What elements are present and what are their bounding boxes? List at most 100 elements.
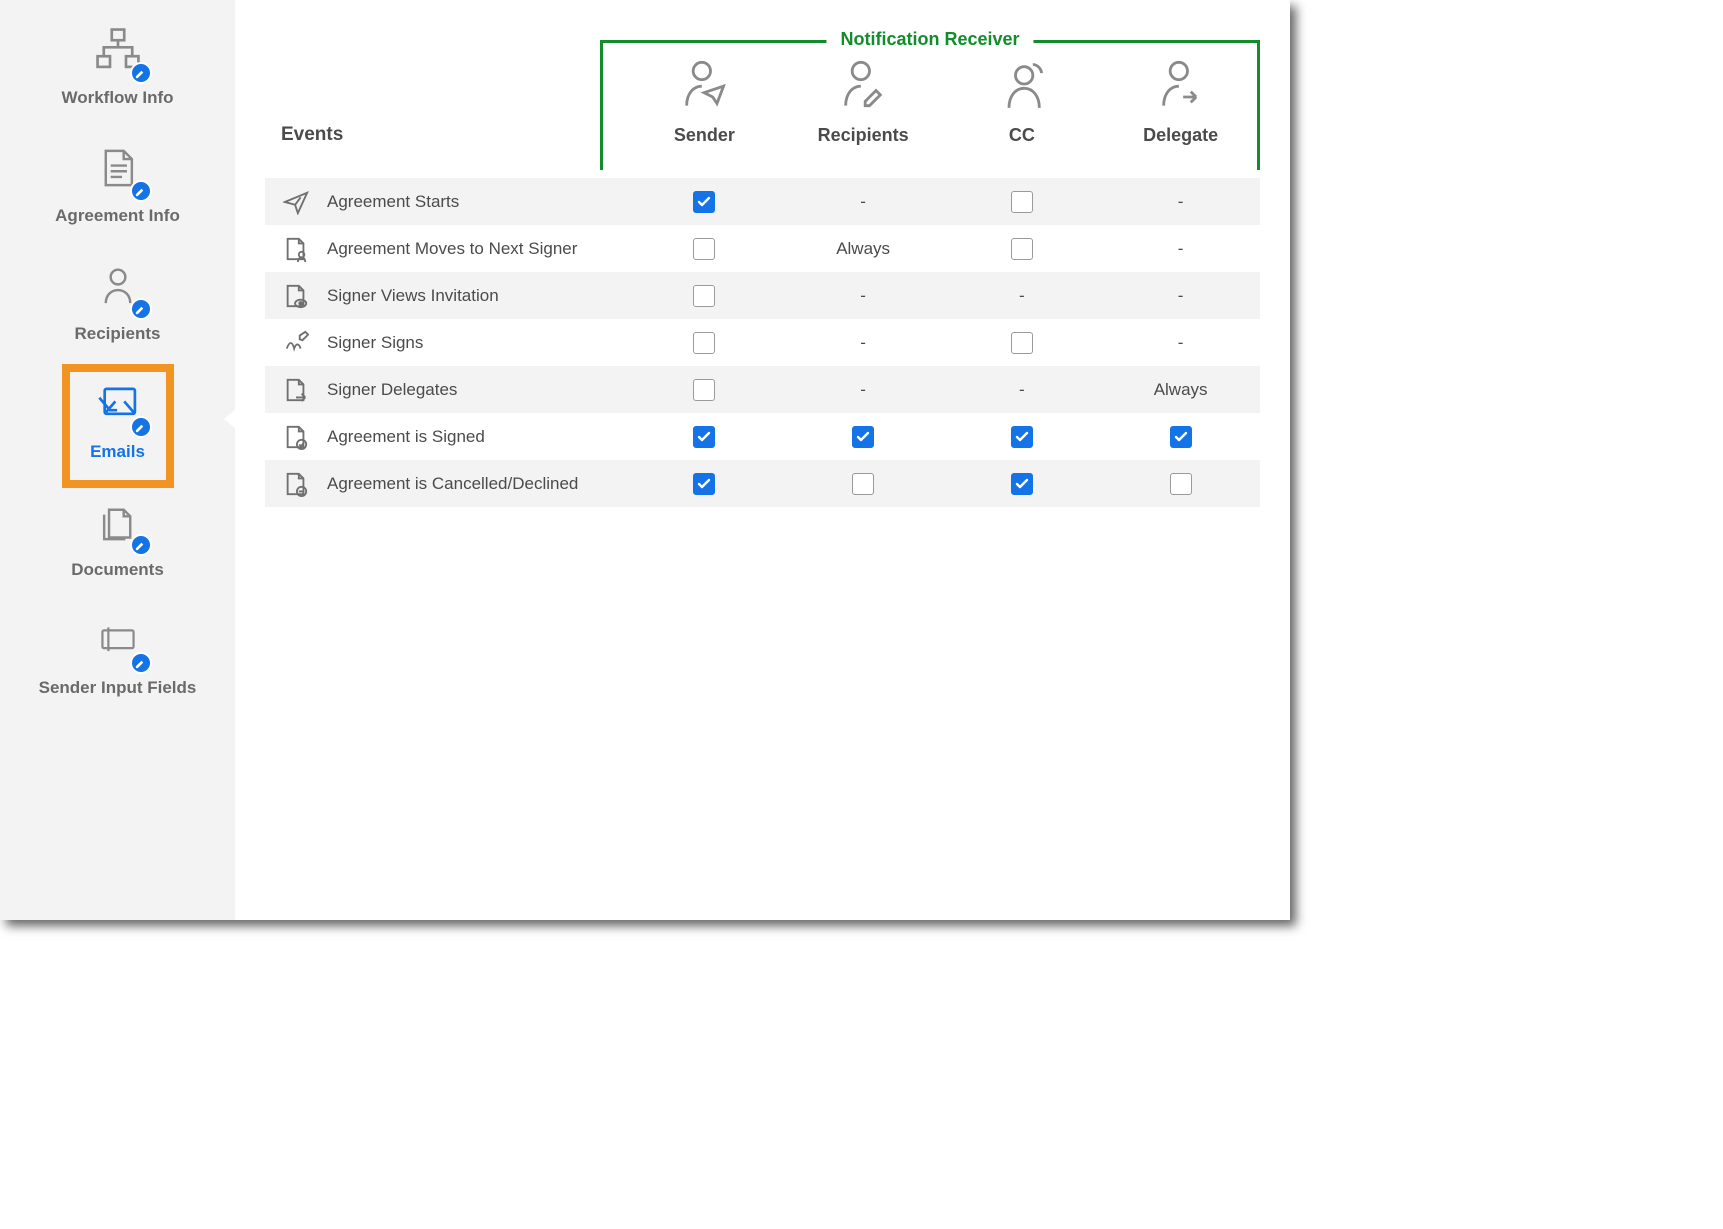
events-header: Events: [265, 124, 625, 146]
sidebar-item-workflow-info[interactable]: Workflow Info: [0, 20, 235, 108]
notification-receiver-label: Notification Receiver: [826, 29, 1033, 50]
doc-arrow-icon: [281, 375, 311, 405]
table-row: Agreement Moves to Next Signer Always -: [265, 225, 1260, 272]
event-cell: Agreement is Signed: [265, 422, 625, 452]
sidebar-item-label: Recipients: [75, 324, 161, 344]
doc-minus-icon: [281, 469, 311, 499]
checkbox[interactable]: [852, 473, 874, 495]
checkbox[interactable]: [693, 379, 715, 401]
sidebar-item-label: Sender Input Fields: [39, 678, 197, 698]
event-label: Agreement Starts: [327, 192, 459, 212]
emails-icon: [88, 374, 148, 434]
main-panel: Notification Receiver Events Sender Reci…: [235, 0, 1290, 920]
checkbox[interactable]: [852, 426, 874, 448]
cell: Always: [1101, 380, 1260, 400]
cell: [625, 332, 784, 354]
checkbox[interactable]: [1011, 332, 1033, 354]
sidebar-item-label: Emails: [90, 442, 145, 462]
cell: [784, 426, 943, 448]
checkbox[interactable]: [1011, 426, 1033, 448]
sidebar-item-recipients[interactable]: Recipients: [0, 256, 235, 344]
doc-eye-icon: [281, 281, 311, 311]
sidebar-item-agreement-info[interactable]: Agreement Info: [0, 138, 235, 226]
cell: -: [943, 380, 1102, 400]
cell: [625, 191, 784, 213]
documents-icon: [88, 492, 148, 552]
cell: -: [784, 192, 943, 212]
cell: -: [1101, 286, 1260, 306]
cell: [625, 379, 784, 401]
event-label: Signer Signs: [327, 333, 423, 353]
edit-badge-icon: [130, 652, 152, 674]
cell: -: [1101, 192, 1260, 212]
edit-badge-icon: [130, 298, 152, 320]
checkbox[interactable]: [693, 332, 715, 354]
checkbox[interactable]: [693, 285, 715, 307]
cell: [784, 473, 943, 495]
cell: [1101, 473, 1260, 495]
sidebar-item-documents[interactable]: Documents: [0, 492, 235, 580]
checkbox[interactable]: [1170, 473, 1192, 495]
sidebar-item-emails[interactable]: Emails: [0, 374, 235, 462]
cell: -: [784, 380, 943, 400]
checkbox[interactable]: [693, 473, 715, 495]
edit-badge-icon: [130, 416, 152, 438]
app-window: Workflow Info Agreement Info Recipients …: [0, 0, 1290, 920]
events-table-body: Agreement Starts--Agreement Moves to Nex…: [265, 178, 1260, 507]
signature-icon: [281, 328, 311, 358]
edit-badge-icon: [130, 180, 152, 202]
event-label: Agreement is Signed: [327, 427, 485, 447]
checkbox[interactable]: [1011, 191, 1033, 213]
event-label: Signer Delegates: [327, 380, 457, 400]
checkbox[interactable]: [693, 426, 715, 448]
checkbox[interactable]: [693, 238, 715, 260]
sidebar-item-label: Agreement Info: [55, 206, 180, 226]
doc-check-icon: [281, 422, 311, 452]
checkbox[interactable]: [1011, 238, 1033, 260]
sidebar-item-sender-input-fields[interactable]: Sender Input Fields: [0, 610, 235, 698]
cell: [943, 191, 1102, 213]
checkbox[interactable]: [1011, 473, 1033, 495]
checkbox[interactable]: [693, 191, 715, 213]
event-cell: Agreement Moves to Next Signer: [265, 234, 625, 264]
cell: [1101, 426, 1260, 448]
table-row: Agreement is Signed: [265, 413, 1260, 460]
event-cell: Agreement is Cancelled/Declined: [265, 469, 625, 499]
cell: [943, 426, 1102, 448]
edit-badge-icon: [130, 534, 152, 556]
cell: Always: [784, 239, 943, 259]
event-cell: Agreement Starts: [265, 187, 625, 217]
cell: [943, 238, 1102, 260]
edit-badge-icon: [130, 62, 152, 84]
cell: [943, 332, 1102, 354]
event-label: Agreement is Cancelled/Declined: [327, 474, 578, 494]
sender-input-fields-icon: [88, 610, 148, 670]
agreement-info-icon: [88, 138, 148, 198]
event-cell: Signer Delegates: [265, 375, 625, 405]
event-label: Signer Views Invitation: [327, 286, 499, 306]
table-row: Signer Views Invitation---: [265, 272, 1260, 319]
cell: [625, 426, 784, 448]
send-icon: [281, 187, 311, 217]
cell: [625, 473, 784, 495]
table-row: Agreement Starts - -: [265, 178, 1260, 225]
event-label: Agreement Moves to Next Signer: [327, 239, 577, 259]
sidebar-item-label: Workflow Info: [61, 88, 173, 108]
cell: -: [1101, 333, 1260, 353]
cell: [625, 238, 784, 260]
cell: [625, 285, 784, 307]
doc-person-icon: [281, 234, 311, 264]
cell: -: [943, 286, 1102, 306]
cell: -: [784, 333, 943, 353]
table-row: Agreement is Cancelled/Declined: [265, 460, 1260, 507]
checkbox[interactable]: [1170, 426, 1192, 448]
notification-receiver-frame: Notification Receiver: [600, 40, 1260, 170]
workflow-info-icon: [88, 20, 148, 80]
table-row: Signer Signs - -: [265, 319, 1260, 366]
sidebar: Workflow Info Agreement Info Recipients …: [0, 0, 235, 920]
cell: -: [784, 286, 943, 306]
sidebar-item-label: Documents: [71, 560, 164, 580]
event-cell: Signer Views Invitation: [265, 281, 625, 311]
cell: [943, 473, 1102, 495]
cell: -: [1101, 239, 1260, 259]
